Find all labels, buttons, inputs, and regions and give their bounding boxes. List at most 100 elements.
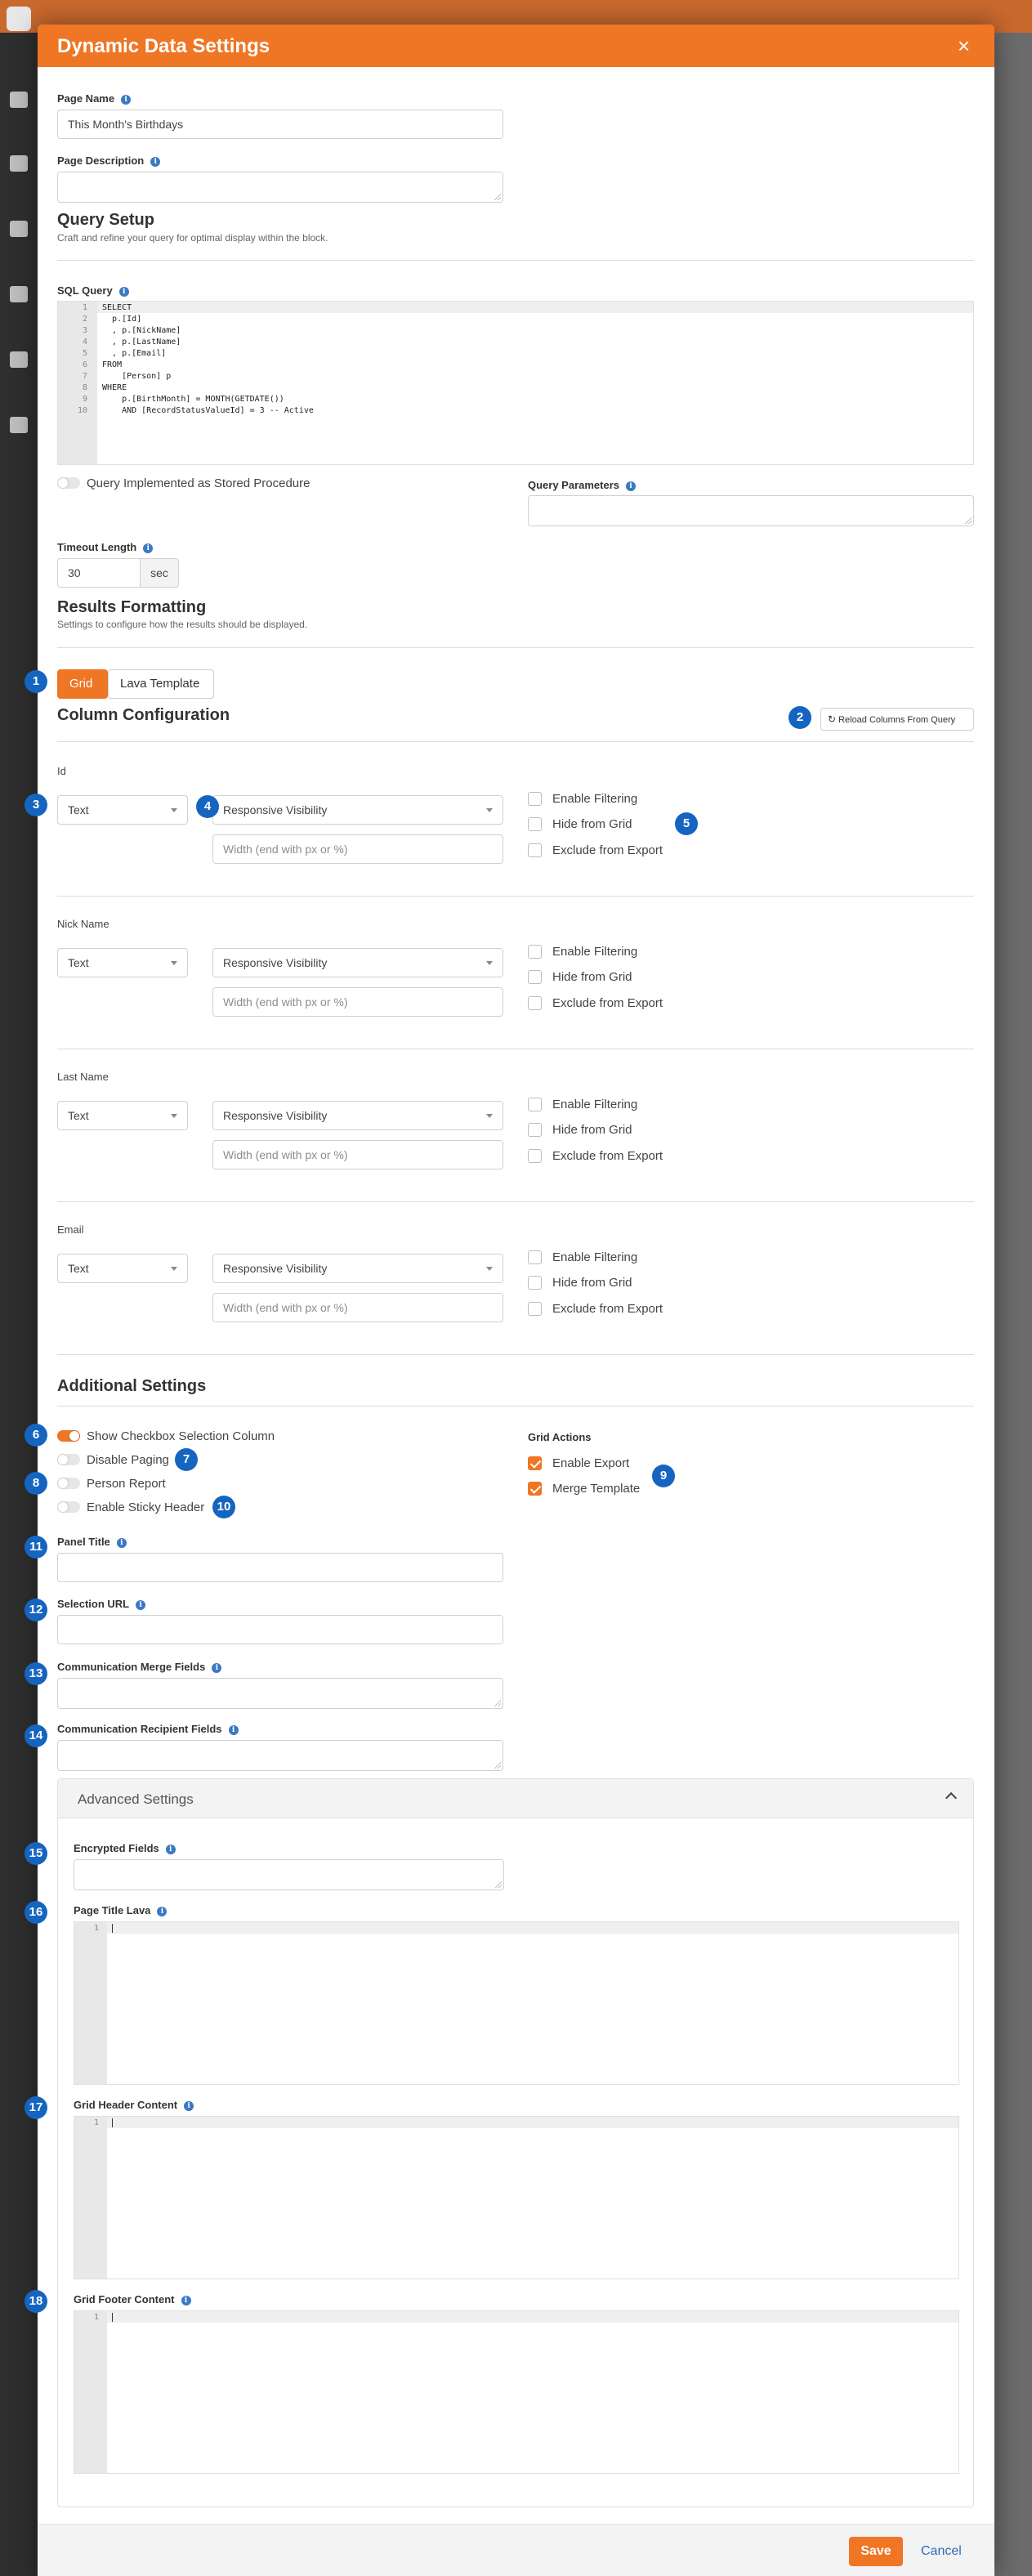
comm-recipient-fields-input[interactable] (57, 1740, 503, 1771)
grid-header-content-editor[interactable]: 1 (74, 2116, 959, 2279)
disable-paging-toggle[interactable] (57, 1454, 80, 1465)
close-icon[interactable]: × (958, 34, 970, 59)
info-icon: i (212, 1663, 222, 1673)
enable-filtering-checkbox[interactable] (528, 1250, 542, 1264)
enable-export-checkbox[interactable] (528, 1456, 542, 1470)
callout-badge-12: 12 (25, 1599, 47, 1621)
exclude-from-export-checkbox[interactable] (528, 996, 542, 1010)
callout-badge-14: 14 (25, 1724, 47, 1747)
show-checkbox-label: Show Checkbox Selection Column (87, 1429, 275, 1443)
callout-badge-17: 17 (25, 2096, 47, 2119)
page-description-input[interactable] (57, 172, 503, 203)
column-configuration-title: Column Configuration (57, 706, 230, 724)
reload-columns-button[interactable]: ↻ Reload Columns From Query (820, 708, 974, 731)
info-icon: i (626, 481, 637, 491)
sidebar-jobs-icon[interactable] (10, 351, 28, 368)
hide-from-grid-checkbox[interactable] (528, 1276, 542, 1290)
divider (57, 1406, 974, 1407)
exclude-from-export-checkbox[interactable] (528, 1149, 542, 1163)
column-width-input[interactable]: Width (end with px or %) (212, 1140, 503, 1169)
grid-footer-content-editor[interactable]: 1 (74, 2310, 959, 2474)
exclude-from-export-checkbox[interactable] (528, 843, 542, 857)
responsive-visibility-select[interactable]: Responsive Visibility (212, 948, 503, 977)
exclude-from-export-checkbox[interactable] (528, 1302, 542, 1316)
text-cursor (112, 2313, 113, 2322)
code-line: p.[BirthMonth] = MONTH(GETDATE()) (102, 395, 284, 404)
line-gutter (74, 2311, 107, 2473)
selection-url-input[interactable] (57, 1615, 503, 1644)
enable-filtering-checkbox[interactable] (528, 945, 542, 959)
cancel-link[interactable]: Cancel (921, 2544, 962, 2559)
divider (57, 260, 974, 261)
enable-filtering-label: Enable Filtering (552, 792, 638, 806)
query-parameters-input[interactable] (528, 495, 974, 526)
hide-from-grid-label: Hide from Grid (552, 1276, 632, 1290)
additional-settings-title: Additional Settings (57, 1377, 207, 1395)
page-title-lava-label: Page Title Lava i (74, 1904, 168, 1916)
sidebar-admin-icon[interactable] (10, 417, 28, 433)
hide-from-grid-checkbox[interactable] (528, 1123, 542, 1137)
grid-footer-content-label: Grid Footer Content i (74, 2293, 191, 2305)
enable-filtering-checkbox[interactable] (528, 1098, 542, 1111)
rock-logo-icon (7, 7, 31, 31)
timeout-length-label: Timeout Length i (57, 541, 154, 553)
sidebar-finance-icon[interactable] (10, 221, 28, 237)
responsive-visibility-select[interactable]: Responsive Visibility (212, 795, 503, 825)
responsive-visibility-select[interactable]: Responsive Visibility (212, 1254, 503, 1283)
sidebar-people-icon[interactable] (10, 155, 28, 172)
merge-template-label: Merge Template (552, 1482, 641, 1496)
timeout-unit-addon: sec (140, 558, 179, 588)
divider (57, 1201, 974, 1202)
chevron-up-icon[interactable] (945, 1791, 958, 1805)
column-type-select[interactable]: Text (57, 1254, 188, 1283)
info-icon: i (157, 1907, 168, 1916)
divider (57, 741, 974, 742)
query-setup-subtitle: Craft and refine your query for optimal … (57, 232, 328, 244)
column-width-input[interactable]: Width (end with px or %) (212, 1293, 503, 1322)
tab-grid[interactable]: Grid (57, 669, 108, 699)
sticky-header-label: Enable Sticky Header (87, 1500, 205, 1514)
info-icon: i (118, 287, 129, 297)
callout-badge-3: 3 (25, 794, 47, 816)
hide-from-grid-checkbox[interactable] (528, 817, 542, 831)
callout-badge-9: 9 (652, 1465, 675, 1487)
responsive-visibility-select[interactable]: Responsive Visibility (212, 1101, 503, 1130)
column-type-select[interactable]: Text (57, 948, 188, 977)
stored-procedure-toggle[interactable] (57, 477, 80, 489)
sidebar-home-icon[interactable] (10, 92, 28, 108)
sidebar-tools-icon[interactable] (10, 286, 28, 302)
page-title-lava-editor[interactable]: 1 (74, 1921, 959, 2085)
save-button[interactable]: Save (849, 2537, 903, 2566)
timeout-input[interactable]: 30 (57, 558, 141, 588)
sticky-header-toggle[interactable] (57, 1501, 80, 1513)
advanced-settings-panel: Advanced Settings Encrypted Fields i Page… (57, 1778, 974, 2507)
panel-title-input[interactable] (57, 1553, 503, 1582)
info-icon: i (143, 543, 154, 553)
advanced-settings-header[interactable]: Advanced Settings (58, 1779, 973, 1818)
chevron-down-icon (486, 1267, 493, 1271)
person-report-toggle[interactable] (57, 1478, 80, 1489)
column-width-input[interactable]: Width (end with px or %) (212, 834, 503, 864)
exclude-from-export-label: Exclude from Export (552, 1149, 663, 1163)
hide-from-grid-checkbox[interactable] (528, 970, 542, 984)
stored-procedure-label: Query Implemented as Stored Procedure (87, 476, 310, 490)
column-name: Nick Name (57, 918, 109, 930)
chevron-down-icon (486, 1114, 493, 1118)
encrypted-fields-input[interactable] (74, 1859, 504, 1890)
exclude-from-export-label: Exclude from Export (552, 1302, 663, 1316)
tab-lava-template[interactable]: Lava Template (108, 669, 214, 699)
panel-title-label: Panel Title i (57, 1536, 127, 1548)
column-type-select[interactable]: Text (57, 795, 188, 825)
query-setup-title: Query Setup (57, 211, 154, 229)
comm-merge-fields-input[interactable] (57, 1678, 503, 1709)
page-name-input[interactable]: This Month's Birthdays (57, 110, 503, 139)
column-type-select[interactable]: Text (57, 1101, 188, 1130)
show-checkbox-toggle[interactable] (57, 1430, 80, 1442)
column-width-input[interactable]: Width (end with px or %) (212, 987, 503, 1017)
code-line: , p.[NickName] (102, 326, 181, 335)
enable-filtering-checkbox[interactable] (528, 792, 542, 806)
sql-query-editor[interactable]: 1 2 3 4 5 6 7 8 9 10 SELECT p.[Id] , p.[… (57, 301, 974, 465)
text-cursor (112, 2118, 113, 2127)
merge-template-checkbox[interactable] (528, 1482, 542, 1496)
callout-badge-13: 13 (25, 1662, 47, 1685)
